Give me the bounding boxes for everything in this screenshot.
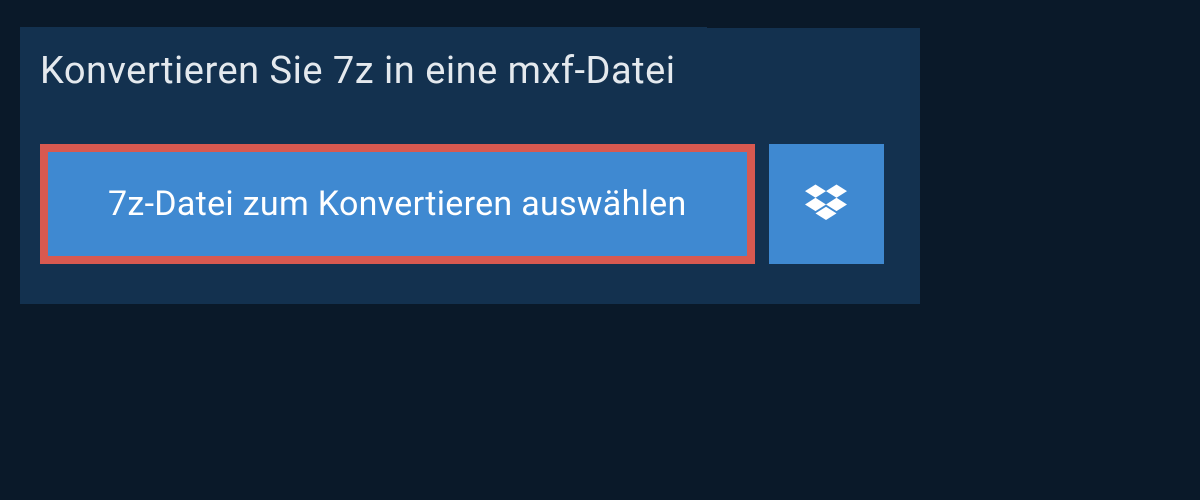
upload-row: 7z-Datei zum Konvertieren auswählen: [40, 144, 920, 264]
converter-panel: Konvertieren Sie 7z in eine mxf-Datei 7z…: [20, 28, 920, 304]
page-title: Konvertieren Sie 7z in eine mxf-Datei: [40, 49, 675, 93]
converter-panel-wrap: Konvertieren Sie 7z in eine mxf-Datei 7z…: [0, 0, 920, 304]
select-file-button[interactable]: 7z-Datei zum Konvertieren auswählen: [40, 144, 755, 264]
dropbox-button[interactable]: [769, 144, 884, 264]
select-file-label: 7z-Datei zum Konvertieren auswählen: [108, 184, 687, 224]
title-bar: Konvertieren Sie 7z in eine mxf-Datei: [20, 27, 707, 115]
dropbox-icon: [805, 181, 847, 227]
